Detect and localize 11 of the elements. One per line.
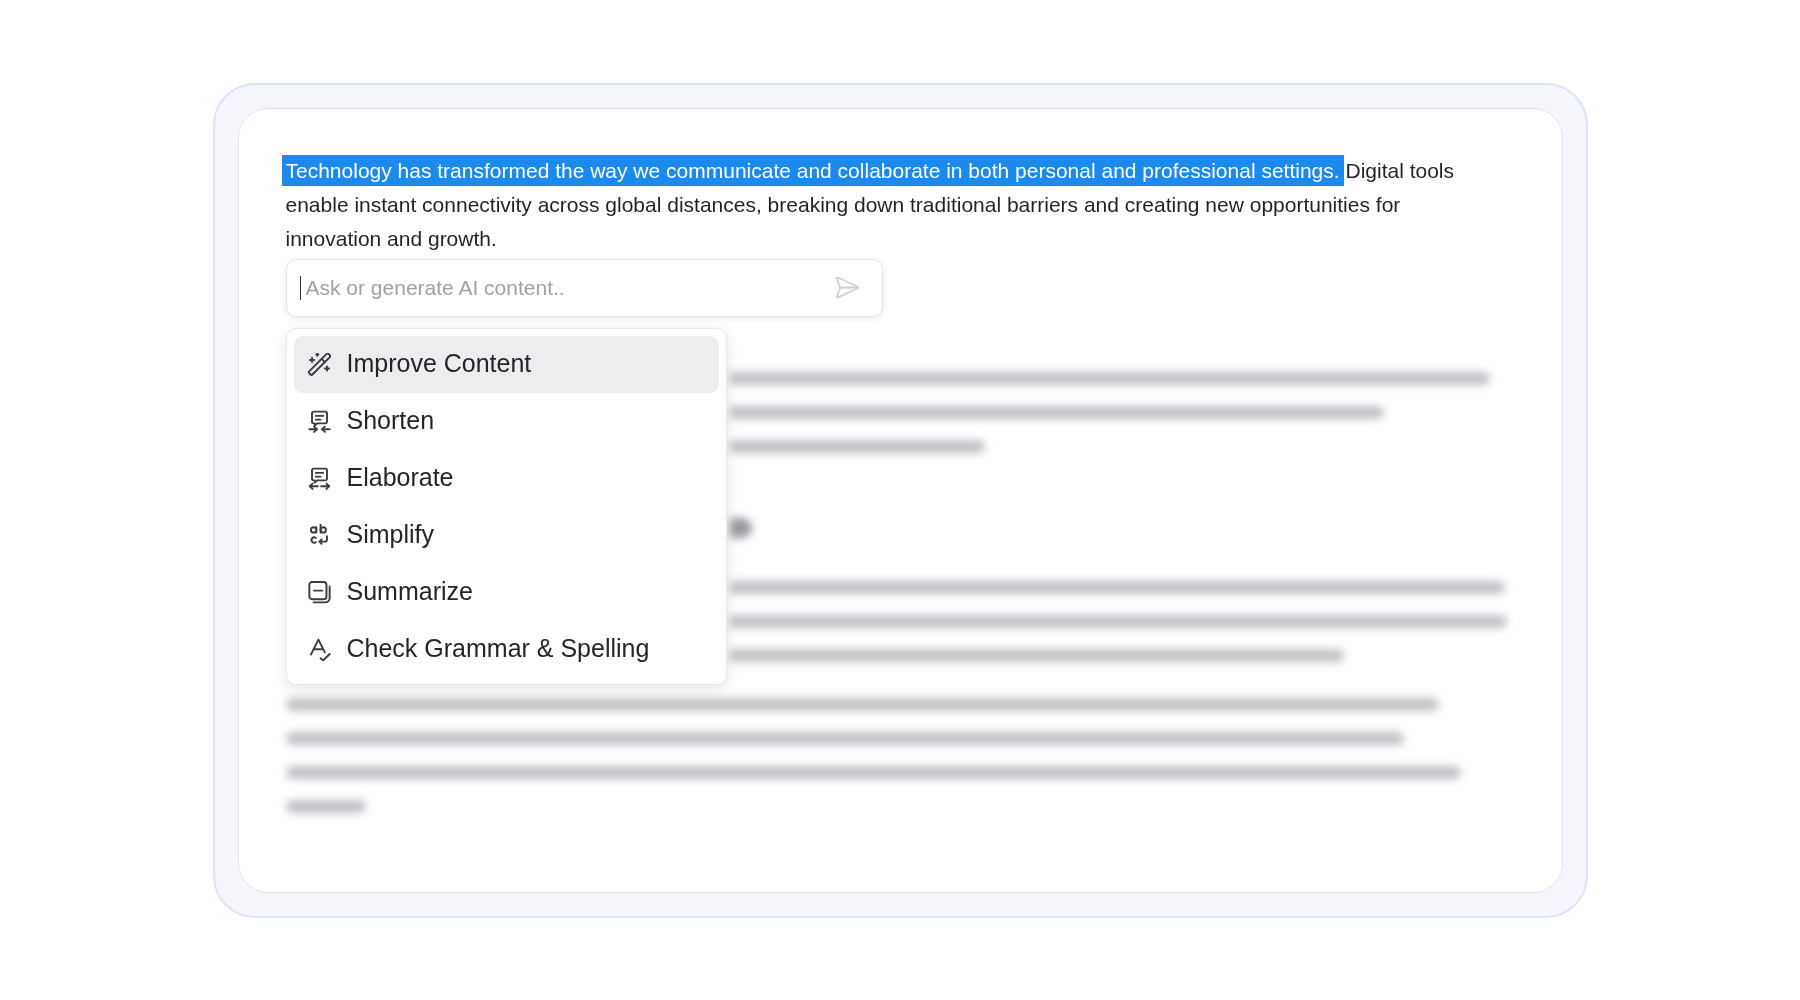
lines-arrows-inward-icon	[307, 409, 331, 433]
spell-check-icon	[307, 637, 331, 661]
ai-prompt-field[interactable]: Ask or generate AI content..	[285, 258, 883, 317]
send-button[interactable]	[835, 276, 859, 298]
stacked-square-icon	[307, 580, 331, 604]
text-swap-icon	[307, 523, 331, 547]
menu-item[interactable]: Improve Content	[293, 335, 719, 393]
send-icon	[835, 276, 859, 298]
lines-arrows-outward-icon	[307, 466, 331, 490]
wand-sparkles-icon	[307, 352, 331, 376]
paragraph: Technology has transformed the way we communicate and collaborate in both personal and professional settings. Digital tools enable instant connectivity across global distances, breaking down traditional barriers and creating new opportunities for innovation and growth.	[285, 157, 1456, 252]
